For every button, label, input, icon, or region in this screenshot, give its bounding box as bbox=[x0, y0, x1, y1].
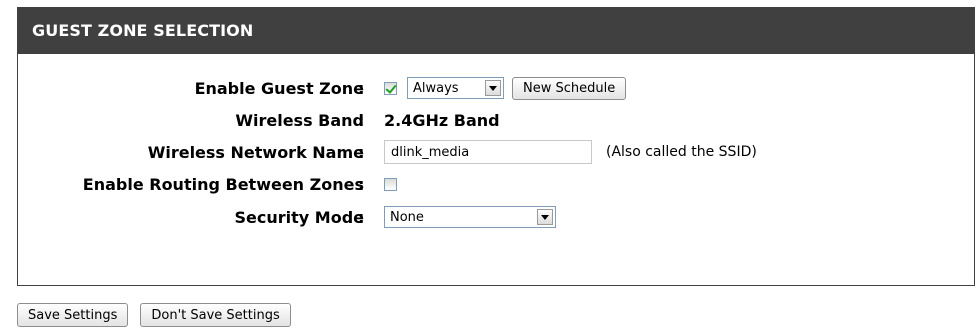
row-wireless-network-name: Wireless Network Name : (Also called the… bbox=[18, 139, 974, 165]
section-title: GUEST ZONE SELECTION bbox=[18, 8, 974, 54]
row-wireless-band: Wireless Band : 2.4GHz Band bbox=[18, 107, 974, 133]
row-enable-routing: Enable Routing Between Zones : bbox=[18, 171, 974, 197]
chevron-down-icon bbox=[537, 209, 553, 225]
enable-routing-checkbox[interactable] bbox=[384, 177, 397, 191]
save-settings-button[interactable]: Save Settings bbox=[17, 303, 129, 327]
security-mode-select-value: None bbox=[390, 209, 424, 225]
new-schedule-button[interactable]: New Schedule bbox=[512, 76, 627, 100]
enable-guest-zone-label: Enable Guest Zone bbox=[194, 78, 364, 98]
schedule-select-value: Always bbox=[413, 80, 459, 96]
enable-routing-controls bbox=[384, 177, 397, 191]
schedule-select[interactable]: Always bbox=[407, 77, 504, 99]
ssid-note: (Also called the SSID) bbox=[606, 144, 757, 160]
row-security-mode: Security Mode : None bbox=[18, 204, 974, 230]
security-mode-controls: None bbox=[384, 206, 556, 228]
colon: : bbox=[358, 207, 365, 227]
guest-zone-section: GUEST ZONE SELECTION Enable Guest Zone :… bbox=[17, 7, 975, 286]
colon: : bbox=[358, 110, 365, 130]
colon: : bbox=[358, 142, 365, 162]
colon: : bbox=[358, 174, 365, 194]
colon: : bbox=[358, 78, 365, 98]
enable-routing-label: Enable Routing Between Zones bbox=[82, 174, 364, 194]
enable-guest-zone-controls: Always New Schedule bbox=[384, 76, 627, 100]
row-enable-guest-zone: Enable Guest Zone : Always New Schedule bbox=[18, 75, 974, 101]
wireless-network-name-controls: (Also called the SSID) bbox=[384, 140, 757, 164]
ssid-input[interactable] bbox=[384, 140, 592, 164]
wireless-network-name-label: Wireless Network Name bbox=[147, 142, 364, 162]
security-mode-label: Security Mode bbox=[234, 207, 365, 227]
footer-buttons: Save Settings Don't Save Settings bbox=[17, 303, 291, 327]
wireless-band-value: 2.4GHz Band bbox=[384, 110, 500, 130]
wireless-band-value-wrap: 2.4GHz Band bbox=[384, 111, 500, 130]
wireless-band-label: Wireless Band bbox=[235, 110, 364, 130]
security-mode-select[interactable]: None bbox=[384, 206, 556, 228]
chevron-down-icon bbox=[485, 80, 501, 96]
enable-guest-zone-checkbox[interactable] bbox=[384, 81, 397, 95]
dont-save-settings-button[interactable]: Don't Save Settings bbox=[140, 303, 291, 327]
